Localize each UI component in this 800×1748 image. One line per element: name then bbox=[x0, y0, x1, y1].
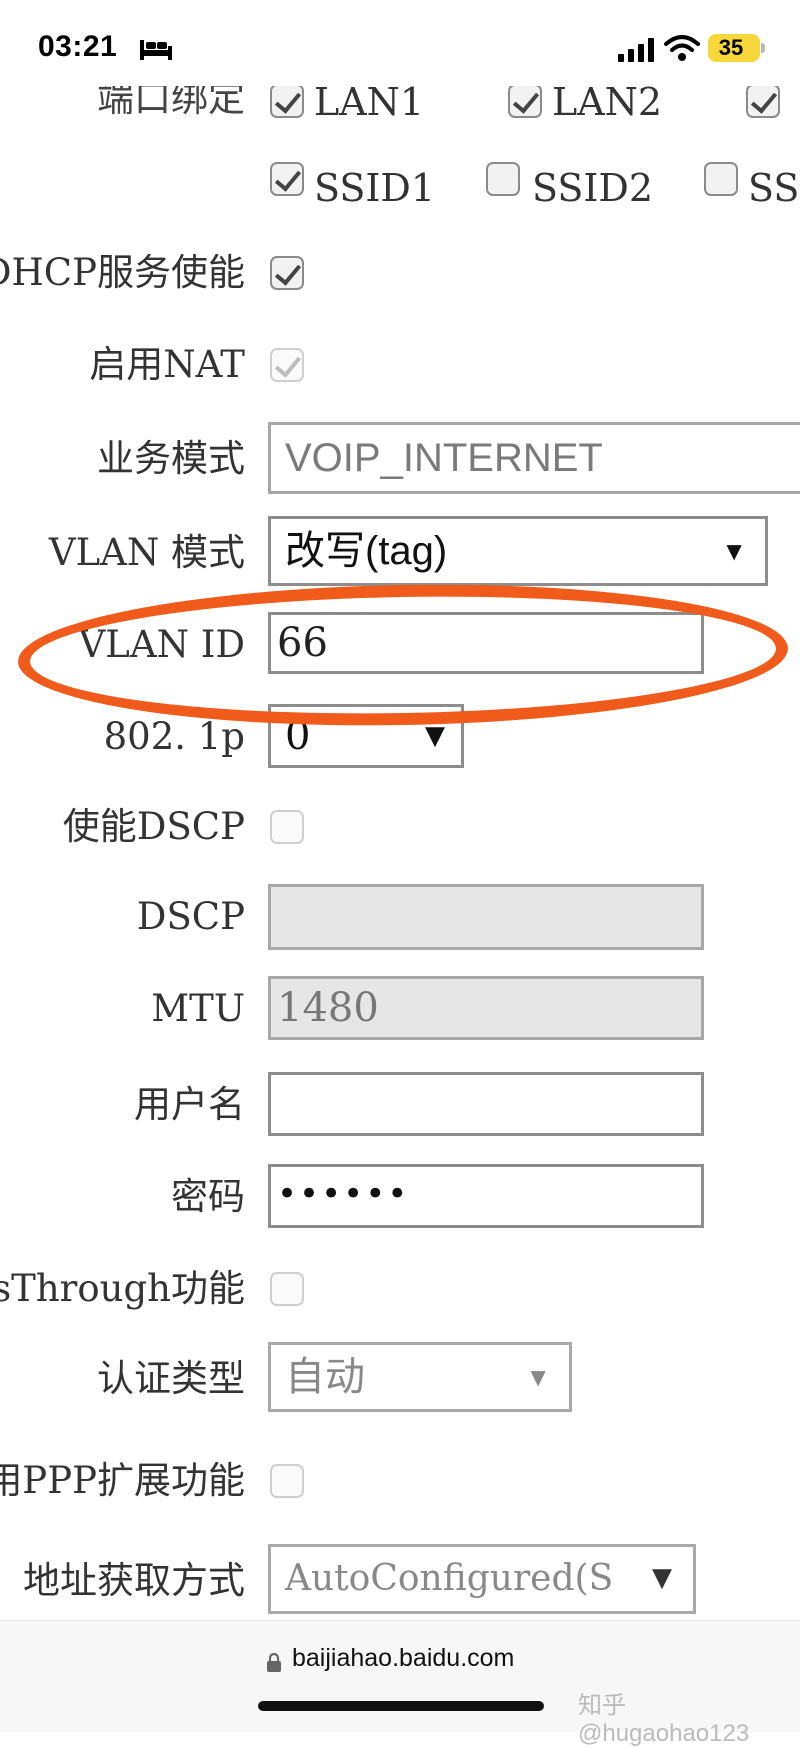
mtu-label: MTU bbox=[151, 987, 245, 1030]
chevron-down-icon: ▼ bbox=[721, 536, 747, 566]
username-input[interactable] bbox=[268, 1072, 704, 1136]
status-time: 03:21 bbox=[38, 30, 118, 63]
lan2-checkbox[interactable] bbox=[508, 84, 542, 118]
mtu-row: MTU 1480 bbox=[0, 976, 800, 1046]
url-text[interactable]: baijiahao.baidu.com bbox=[292, 1644, 514, 1673]
passthrough-checkbox[interactable] bbox=[270, 1272, 304, 1306]
vlan-mode-value: 改写(tag) bbox=[285, 529, 448, 573]
dscp-label: DSCP bbox=[136, 895, 245, 938]
ppp-ext-checkbox[interactable] bbox=[270, 1464, 304, 1498]
vlan-mode-select[interactable]: 改写(tag) ▼ bbox=[268, 516, 768, 586]
auth-type-value: 自动 bbox=[285, 1355, 365, 1399]
mtu-input[interactable]: 1480 bbox=[268, 976, 704, 1040]
ssid2-label: SSID2 bbox=[532, 166, 654, 210]
nat-checkbox bbox=[270, 348, 304, 382]
auth-type-label: 认证类型 bbox=[97, 1357, 245, 1400]
ppp-ext-row: 用PPP扩展功能 bbox=[0, 1452, 800, 1522]
form-area: 端口绑定 LAN1 LAN2 SSID1 SSID2 SSI DHCP服务使能 … bbox=[0, 0, 800, 1620]
service-mode-row: 业务模式 VOIP_INTERNET bbox=[0, 422, 800, 494]
chevron-down-icon: ▼ bbox=[652, 1563, 672, 1593]
ppp-ext-label: 用PPP扩展功能 bbox=[0, 1459, 245, 1502]
ssid3-checkbox[interactable] bbox=[704, 162, 738, 196]
ssid2-checkbox[interactable] bbox=[486, 162, 520, 196]
dscp-row: DSCP bbox=[0, 884, 800, 954]
lan1-label: LAN1 bbox=[314, 80, 425, 124]
lan3-checkbox[interactable] bbox=[746, 84, 780, 118]
service-mode-field[interactable]: VOIP_INTERNET bbox=[268, 422, 800, 494]
lan1-checkbox[interactable] bbox=[270, 84, 304, 118]
dot1p-label: 802. 1p bbox=[103, 715, 245, 758]
enable-dscp-label: 使能DSCP bbox=[62, 805, 245, 848]
dhcp-checkbox[interactable] bbox=[270, 256, 304, 290]
lock-icon bbox=[267, 1652, 281, 1672]
username-label: 用户名 bbox=[134, 1083, 245, 1126]
vlan-mode-row: VLAN 模式 改写(tag) ▼ bbox=[0, 516, 800, 586]
passthrough-row: sThrough功能 bbox=[0, 1260, 800, 1330]
dhcp-label: DHCP服务使能 bbox=[0, 251, 245, 294]
username-row: 用户名 bbox=[0, 1072, 800, 1142]
passthrough-label: sThrough功能 bbox=[0, 1267, 245, 1310]
addr-method-label: 地址获取方式 bbox=[23, 1559, 245, 1602]
ssid3-label: SSI bbox=[748, 166, 800, 210]
enable-dscp-row: 使能DSCP bbox=[0, 798, 800, 868]
watermark: 知乎 @hugaohao123 bbox=[578, 1692, 750, 1747]
wifi-icon bbox=[664, 35, 700, 61]
vlan-mode-label: VLAN 模式 bbox=[48, 531, 245, 574]
ssid1-checkbox[interactable] bbox=[270, 162, 304, 196]
nat-row: 启用NAT bbox=[0, 336, 800, 406]
chevron-down-icon: ▼ bbox=[525, 1362, 551, 1392]
password-row: 密码 •••••• bbox=[0, 1164, 800, 1234]
signal-icon bbox=[618, 38, 654, 62]
status-bar: 03:21 35 bbox=[0, 0, 800, 86]
ssid-binding-row: SSID1 SSID2 SSI bbox=[0, 156, 800, 226]
auth-type-select[interactable]: 自动 ▼ bbox=[268, 1342, 572, 1412]
addr-method-select[interactable]: AutoConfigured(S bbox=[268, 1544, 696, 1614]
battery-icon: 35 bbox=[708, 34, 765, 62]
home-indicator[interactable] bbox=[258, 1701, 544, 1711]
battery-level: 35 bbox=[718, 35, 744, 60]
password-label: 密码 bbox=[171, 1175, 245, 1218]
ssid1-label: SSID1 bbox=[314, 166, 436, 210]
service-mode-label: 业务模式 bbox=[97, 437, 245, 480]
dhcp-row: DHCP服务使能 bbox=[0, 244, 800, 314]
addr-method-value: AutoConfigured(S bbox=[285, 1558, 614, 1599]
nat-label: 启用NAT bbox=[89, 343, 245, 386]
enable-dscp-checkbox[interactable] bbox=[270, 810, 304, 844]
bed-icon bbox=[140, 40, 172, 60]
addr-method-row: 地址获取方式 AutoConfigured(S ▼ bbox=[0, 1544, 800, 1614]
password-input[interactable]: •••••• bbox=[268, 1164, 704, 1228]
lan2-label: LAN2 bbox=[552, 80, 663, 124]
dscp-input[interactable] bbox=[268, 884, 704, 950]
auth-type-row: 认证类型 自动 ▼ bbox=[0, 1342, 800, 1412]
